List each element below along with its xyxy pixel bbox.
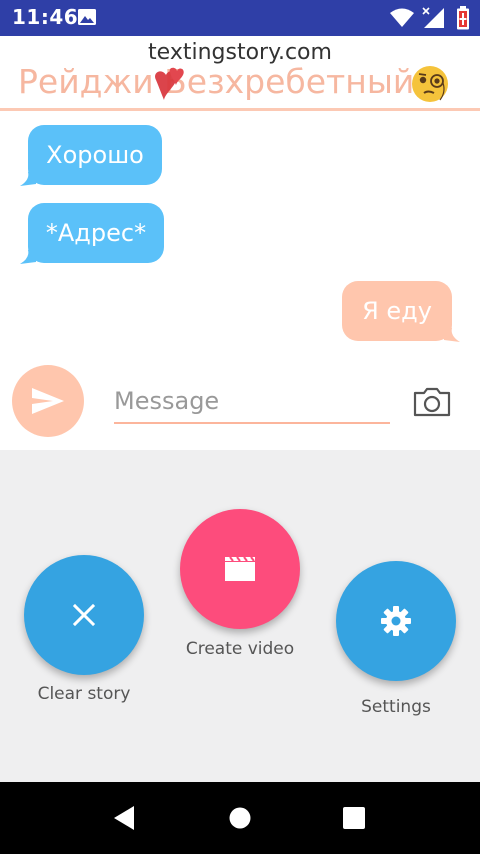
clapperboard-icon bbox=[225, 556, 255, 581]
clear-story-label: Clear story bbox=[37, 684, 131, 704]
message-composer bbox=[0, 352, 480, 450]
chat-thread: Хорошо *Адрес* Я еду bbox=[0, 112, 480, 352]
status-icons bbox=[390, 6, 470, 30]
bubble-tail bbox=[20, 250, 36, 264]
wifi-icon bbox=[390, 8, 414, 27]
home-icon[interactable] bbox=[226, 804, 254, 832]
signal-icon bbox=[422, 7, 444, 28]
bubble-tail bbox=[20, 172, 36, 186]
message-bubble-incoming[interactable]: Хорошо bbox=[28, 125, 162, 185]
create-video-button[interactable] bbox=[180, 509, 300, 629]
settings-button[interactable] bbox=[336, 561, 456, 681]
settings-label: Settings bbox=[361, 697, 431, 717]
chat-header: textingstory.com Рейджи Безхребетный bbox=[0, 36, 480, 112]
phone-screen: 11:46 textingstory.com Рейджи Безхребетн… bbox=[0, 0, 480, 854]
contact-name: Рейджи Безхребетный bbox=[18, 62, 415, 101]
header-divider bbox=[0, 108, 480, 111]
monocle-emoji-icon bbox=[412, 66, 448, 102]
clear-story-button[interactable] bbox=[24, 555, 144, 675]
battery-icon bbox=[457, 6, 469, 30]
send-button[interactable] bbox=[12, 365, 84, 437]
message-bubble-incoming[interactable]: *Адрес* bbox=[28, 203, 164, 263]
create-video-label: Create video bbox=[185, 639, 295, 659]
bubble-tail bbox=[444, 328, 460, 342]
navigation-bar bbox=[0, 782, 480, 854]
heart-icon bbox=[155, 67, 184, 100]
message-input[interactable] bbox=[114, 384, 390, 424]
status-time: 11:46 bbox=[12, 5, 79, 29]
action-panel: Clear story Create video Settings bbox=[0, 450, 480, 782]
back-icon[interactable] bbox=[110, 804, 138, 832]
gear-icon bbox=[381, 606, 411, 636]
contact-title-row[interactable]: Рейджи Безхребетный bbox=[0, 62, 480, 102]
recents-icon[interactable] bbox=[340, 804, 368, 832]
image-icon bbox=[78, 9, 96, 25]
camera-icon[interactable] bbox=[412, 386, 452, 418]
status-bar: 11:46 bbox=[0, 0, 480, 36]
close-icon bbox=[73, 604, 95, 626]
message-bubble-outgoing[interactable]: Я еду bbox=[342, 281, 452, 341]
send-icon bbox=[32, 388, 64, 414]
